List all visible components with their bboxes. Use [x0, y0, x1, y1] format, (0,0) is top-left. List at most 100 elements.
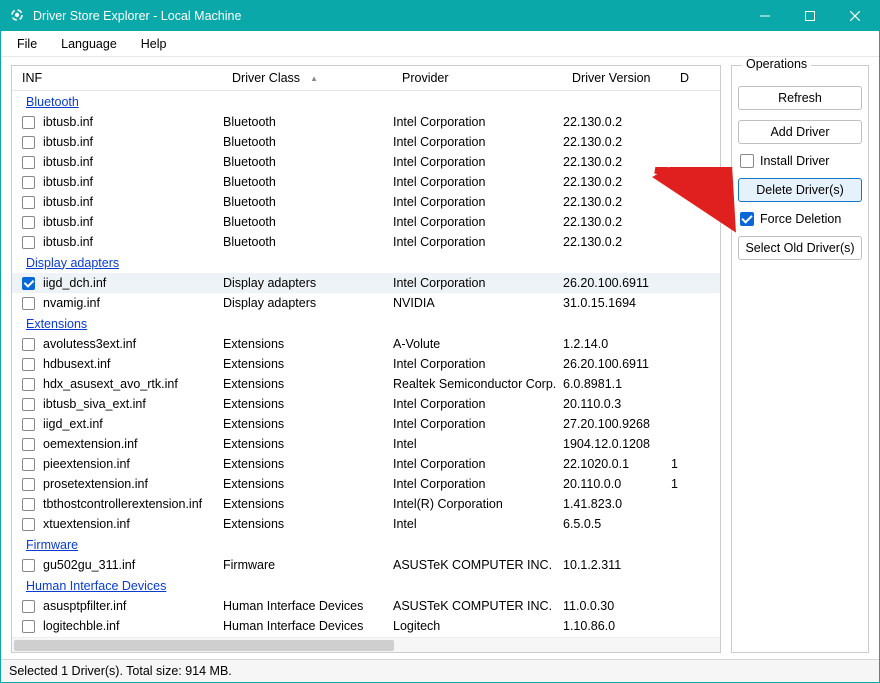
row-checkbox[interactable] [22, 438, 35, 451]
row-checkbox[interactable] [22, 236, 35, 249]
row-checkbox[interactable] [22, 136, 35, 149]
table-row[interactable]: nvamig.infDisplay adaptersNVIDIA31.0.15.… [12, 293, 720, 313]
table-row[interactable]: ibtusb_siva_ext.infExtensionsIntel Corpo… [12, 394, 720, 414]
status-text: Selected 1 Driver(s). Total size: 914 MB… [9, 664, 232, 678]
cell-provider: NVIDIA [393, 296, 563, 310]
table-row[interactable]: gu502gu_311.infFirmwareASUSTeK COMPUTER … [12, 555, 720, 575]
cell-driver-class: Display adapters [223, 276, 393, 290]
row-checkbox[interactable] [22, 559, 35, 572]
group-header[interactable]: Firmware [12, 534, 720, 555]
cell-provider: A-Volute [393, 337, 563, 351]
group-header[interactable]: Human Interface Devices [12, 575, 720, 596]
menu-language[interactable]: Language [49, 33, 129, 55]
table-row[interactable]: tbthostcontrollerextension.infExtensions… [12, 494, 720, 514]
cell-inf: ibtusb.inf [43, 215, 223, 229]
table-row[interactable]: ibtusb.infBluetoothIntel Corporation22.1… [12, 192, 720, 212]
force-deletion-checkbox[interactable]: Force Deletion [740, 212, 862, 226]
row-checkbox[interactable] [22, 418, 35, 431]
table-row[interactable]: oemextension.infExtensionsIntel1904.12.0… [12, 434, 720, 454]
menu-help[interactable]: Help [129, 33, 179, 55]
cell-inf: ibtusb.inf [43, 235, 223, 249]
cell-provider: Intel Corporation [393, 357, 563, 371]
row-checkbox[interactable] [22, 156, 35, 169]
column-driver-class[interactable]: Driver Class ▲ [222, 67, 392, 89]
group-header[interactable]: Display adapters [12, 252, 720, 273]
delete-drivers-button[interactable]: Delete Driver(s) [738, 178, 862, 202]
scrollbar-thumb[interactable] [14, 640, 394, 651]
row-checkbox[interactable] [22, 518, 35, 531]
table-row[interactable]: prosetextension.infExtensionsIntel Corpo… [12, 474, 720, 494]
select-old-drivers-button[interactable]: Select Old Driver(s) [738, 236, 862, 260]
cell-version: 22.130.0.2 [563, 175, 671, 189]
close-button[interactable] [832, 1, 877, 31]
table-row[interactable]: ibtusb.infBluetoothIntel Corporation22.1… [12, 112, 720, 132]
table-row[interactable]: asusptpfilter.infHuman Interface Devices… [12, 596, 720, 616]
horizontal-scrollbar[interactable] [12, 637, 720, 652]
cell-provider: Intel [393, 437, 563, 451]
cell-version: 26.20.100.6911 [563, 357, 671, 371]
menu-file[interactable]: File [5, 33, 49, 55]
minimize-button[interactable] [742, 1, 787, 31]
cell-inf: pieextension.inf [43, 457, 223, 471]
app-icon [9, 7, 25, 26]
cell-version: 1.10.86.0 [563, 619, 671, 633]
table-row[interactable]: logitechble.infHuman Interface DevicesLo… [12, 616, 720, 636]
column-driver-date-truncated[interactable]: D [670, 67, 720, 89]
table-row[interactable]: ibtusb.infBluetoothIntel Corporation22.1… [12, 232, 720, 252]
row-checkbox[interactable] [22, 277, 35, 290]
row-checkbox[interactable] [22, 398, 35, 411]
driver-list-body[interactable]: Bluetoothibtusb.infBluetoothIntel Corpor… [12, 91, 720, 637]
cell-inf: prosetextension.inf [43, 477, 223, 491]
cell-provider: Intel(R) Corporation [393, 497, 563, 511]
column-inf[interactable]: INF [12, 67, 222, 89]
row-checkbox[interactable] [22, 378, 35, 391]
group-header[interactable]: Extensions [12, 313, 720, 334]
cell-version: 22.130.0.2 [563, 135, 671, 149]
cell-version: 27.20.100.9268 [563, 417, 671, 431]
refresh-button[interactable]: Refresh [738, 86, 862, 110]
table-row[interactable]: ibtusb.infBluetoothIntel Corporation22.1… [12, 132, 720, 152]
row-checkbox[interactable] [22, 116, 35, 129]
install-driver-checkbox[interactable]: Install Driver [740, 154, 862, 168]
table-row[interactable]: hdbusext.infExtensionsIntel Corporation2… [12, 354, 720, 374]
table-row[interactable]: iigd_ext.infExtensionsIntel Corporation2… [12, 414, 720, 434]
table-row[interactable]: ibtusb.infBluetoothIntel Corporation22.1… [12, 152, 720, 172]
table-row[interactable]: xtuextension.infExtensionsIntel6.5.0.5 [12, 514, 720, 534]
operations-panel: Operations Refresh Add Driver Install Dr… [731, 65, 869, 653]
cell-provider: Intel Corporation [393, 215, 563, 229]
cell-version: 22.130.0.2 [563, 215, 671, 229]
add-driver-button[interactable]: Add Driver [738, 120, 862, 144]
row-checkbox[interactable] [22, 216, 35, 229]
cell-inf: ibtusb.inf [43, 195, 223, 209]
cell-driver-class: Display adapters [223, 296, 393, 310]
cell-version: 11.0.0.30 [563, 599, 671, 613]
row-checkbox[interactable] [22, 600, 35, 613]
table-row[interactable]: hdx_asusext_avo_rtk.infExtensionsRealtek… [12, 374, 720, 394]
status-bar: Selected 1 Driver(s). Total size: 914 MB… [1, 659, 879, 682]
row-checkbox[interactable] [22, 458, 35, 471]
table-row[interactable]: avolutess3ext.infExtensionsA-Volute1.2.1… [12, 334, 720, 354]
row-checkbox[interactable] [22, 196, 35, 209]
table-row[interactable]: ibtusb.infBluetoothIntel Corporation22.1… [12, 172, 720, 192]
row-checkbox[interactable] [22, 478, 35, 491]
group-header[interactable]: Bluetooth [12, 91, 720, 112]
column-driver-version[interactable]: Driver Version [562, 67, 670, 89]
column-provider[interactable]: Provider [392, 67, 562, 89]
cell-driver-class: Extensions [223, 357, 393, 371]
cell-provider: Intel [393, 517, 563, 531]
cell-driver-class: Extensions [223, 417, 393, 431]
row-checkbox[interactable] [22, 358, 35, 371]
maximize-button[interactable] [787, 1, 832, 31]
table-row[interactable]: pieextension.infExtensionsIntel Corporat… [12, 454, 720, 474]
cell-version: 1904.12.0.1208 [563, 437, 671, 451]
row-checkbox[interactable] [22, 620, 35, 633]
row-checkbox[interactable] [22, 176, 35, 189]
cell-version: 22.130.0.2 [563, 115, 671, 129]
cell-provider: ASUSTeK COMPUTER INC. [393, 599, 563, 613]
row-checkbox[interactable] [22, 338, 35, 351]
table-row[interactable]: iigd_dch.infDisplay adaptersIntel Corpor… [12, 273, 720, 293]
cell-inf: ibtusb_siva_ext.inf [43, 397, 223, 411]
row-checkbox[interactable] [22, 498, 35, 511]
table-row[interactable]: ibtusb.infBluetoothIntel Corporation22.1… [12, 212, 720, 232]
row-checkbox[interactable] [22, 297, 35, 310]
